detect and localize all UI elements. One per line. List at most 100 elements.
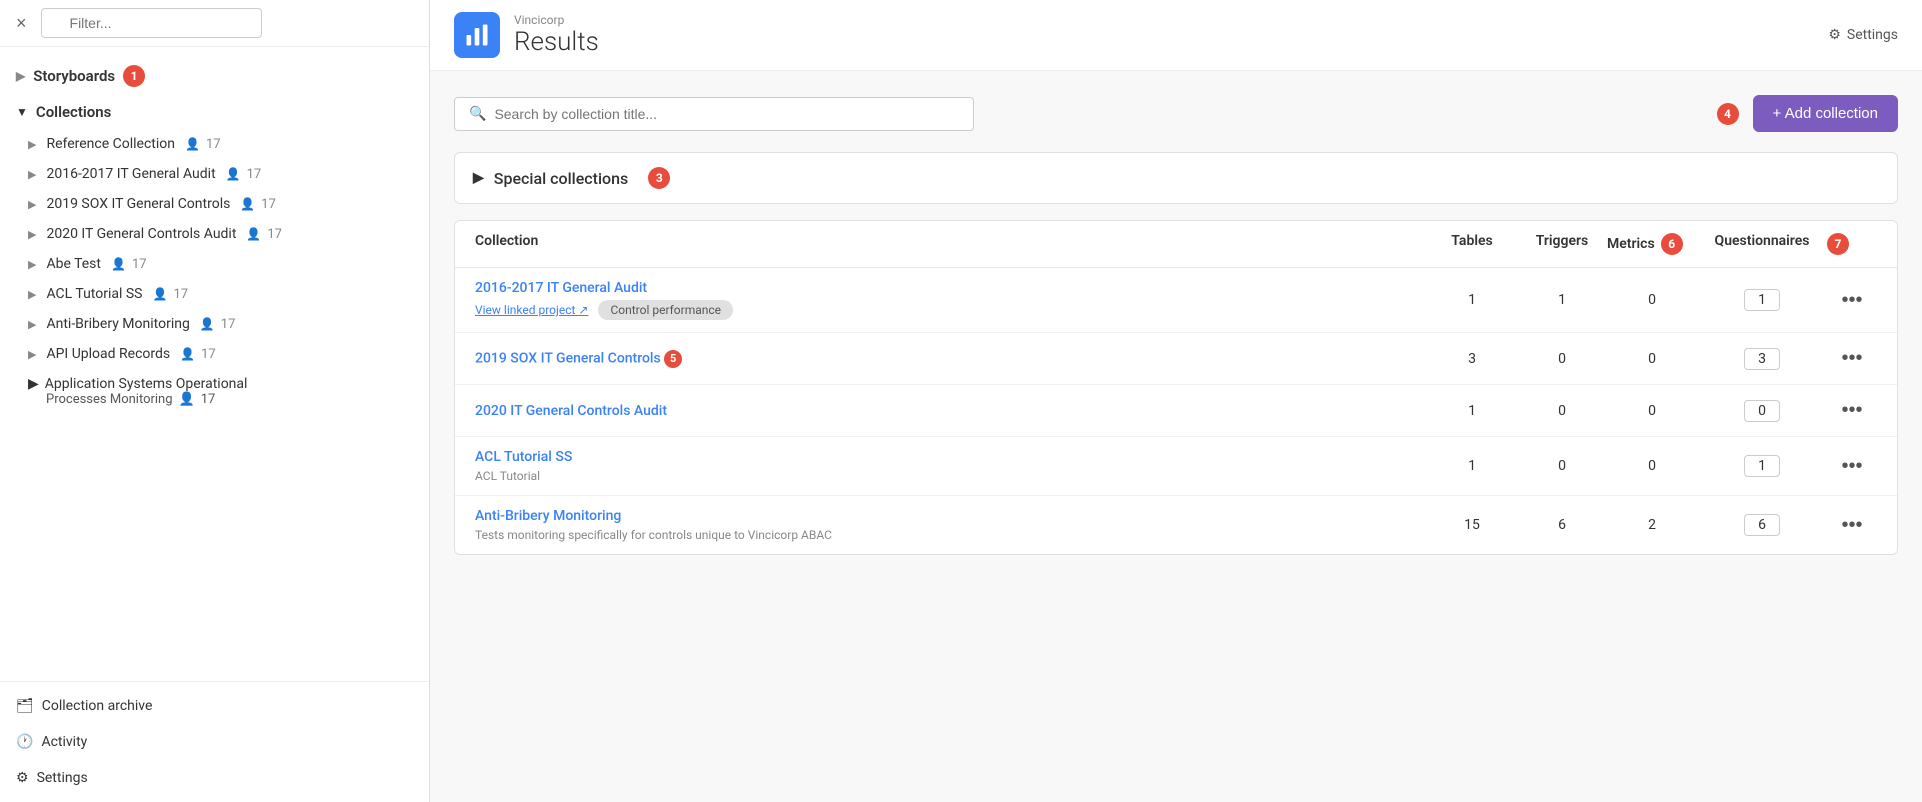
main-header: Vincicorp Results ⚙ Settings — [430, 0, 1922, 71]
storyboards-label: Storyboards — [33, 67, 115, 85]
collection-link[interactable]: 2019 SOX IT General Controls 5 — [475, 350, 1427, 368]
header-subtitle: Vincicorp — [514, 13, 599, 27]
col-tables: 15 — [1427, 517, 1517, 533]
collection-table: Collection Tables Triggers Metrics 6 Que… — [454, 220, 1898, 555]
badge-7: 7 — [1827, 233, 1849, 255]
nav-item-acl-tutorial[interactable]: ▶ ACL Tutorial SS 👤 17 — [0, 279, 429, 309]
header-settings-link[interactable]: ⚙ Settings — [1828, 27, 1898, 43]
col-name: 2019 SOX IT General Controls 5 — [475, 350, 1427, 368]
nav-item-label: Anti-Bribery Monitoring — [46, 316, 189, 332]
nav-item-label: ACL Tutorial SS — [46, 286, 142, 302]
nav-item-anti-bribery[interactable]: ▶ Anti-Bribery Monitoring 👤 17 — [0, 309, 429, 339]
more-options-button[interactable]: ••• — [1835, 345, 1868, 372]
search-input[interactable] — [494, 106, 959, 122]
col-actions: ••• — [1827, 512, 1877, 539]
user-icon: 👤 — [226, 167, 241, 181]
col-actions: ••• — [1827, 453, 1877, 480]
col-name: ACL Tutorial SS ACL Tutorial — [475, 449, 1427, 483]
activity-item[interactable]: 🕐 Activity — [0, 724, 429, 760]
col-tables: 1 — [1427, 458, 1517, 474]
nav-item-it-general-audit[interactable]: ▶ 2016-2017 IT General Audit 👤 17 — [0, 159, 429, 189]
user-icon: 👤 — [185, 137, 200, 151]
questionnaire-badge: 0 — [1744, 400, 1780, 422]
badge-3: 3 — [648, 167, 670, 189]
search-bar: 🔍 — [454, 97, 974, 131]
col-name: 2020 IT General Controls Audit — [475, 403, 1427, 419]
close-button[interactable]: × — [10, 11, 33, 36]
more-options-button[interactable]: ••• — [1835, 512, 1868, 539]
nav-item-count: 17 — [267, 227, 282, 242]
gear-icon: ⚙ — [1828, 27, 1841, 43]
col-header-collection: Collection — [475, 233, 1427, 255]
more-options-button[interactable]: ••• — [1835, 453, 1868, 480]
col-questionnaires: 1 — [1697, 455, 1827, 477]
col-questionnaires: 3 — [1697, 348, 1827, 370]
control-performance-tag: Control performance — [598, 300, 733, 320]
special-collections-row[interactable]: ▶ Special collections 3 — [454, 152, 1898, 204]
chevron-icon: ▶ — [28, 348, 36, 361]
col-metrics: 0 — [1607, 292, 1697, 308]
user-icon: 👤 — [200, 317, 215, 331]
nav-item-app-systems[interactable]: ▶ Application Systems Operational Proces… — [0, 369, 429, 414]
col-header-metrics: Metrics 6 — [1607, 233, 1697, 255]
nav-item-reference-collection[interactable]: ▶ Reference Collection 👤 17 — [0, 129, 429, 159]
user-icon: 👤 — [111, 257, 126, 271]
nav-item-count: 17 — [201, 347, 216, 362]
nav-item-2020-it[interactable]: ▶ 2020 IT General Controls Audit 👤 17 — [0, 219, 429, 249]
collection-link[interactable]: ACL Tutorial SS — [475, 449, 1427, 465]
app-icon — [454, 12, 500, 58]
header-left: Vincicorp Results — [454, 12, 599, 58]
badge-4: 4 — [1717, 103, 1739, 125]
col-tables: 3 — [1427, 351, 1517, 367]
collections-label: Collections — [36, 103, 112, 121]
col-questionnaires: 0 — [1697, 400, 1827, 422]
chevron-icon: ▶ — [28, 318, 36, 331]
nav-item-label: 2019 SOX IT General Controls — [46, 196, 230, 212]
user-icon: 👤 — [246, 227, 261, 241]
bar-chart-icon — [463, 21, 491, 49]
col-metrics: 0 — [1607, 403, 1697, 419]
col-metrics: 2 — [1607, 517, 1697, 533]
collection-link[interactable]: 2016-2017 IT General Audit — [475, 280, 1427, 296]
col-header-questionnaires: Questionnaires — [1697, 233, 1827, 255]
collection-archive-item[interactable]: 🗂 Collection archive — [0, 688, 429, 724]
table-row: 2020 IT General Controls Audit 1 0 0 0 •… — [455, 385, 1897, 437]
collection-link[interactable]: Anti-Bribery Monitoring — [475, 508, 1427, 524]
sidebar-bottom: 🗂 Collection archive 🕐 Activity ⚙ Settin… — [0, 681, 429, 802]
nav-item-label: Abe Test — [46, 256, 101, 272]
nav-item-api-upload[interactable]: ▶ API Upload Records 👤 17 — [0, 339, 429, 369]
col-triggers: 0 — [1517, 403, 1607, 419]
search-bar-row: 🔍 4 + Add collection — [454, 95, 1898, 132]
col-name: 2016-2017 IT General Audit View linked p… — [475, 280, 1427, 320]
questionnaire-badge: 6 — [1744, 514, 1780, 536]
col-questionnaires: 1 — [1697, 289, 1827, 311]
main-body: 🔍 4 + Add collection ▶ Special collectio… — [430, 71, 1922, 802]
col-metrics: 0 — [1607, 458, 1697, 474]
nav-item-sox-it[interactable]: ▶ 2019 SOX IT General Controls 👤 17 — [0, 189, 429, 219]
chevron-icon: ▶ — [28, 288, 36, 301]
questionnaire-badge: 3 — [1744, 348, 1780, 370]
filter-wrapper: 🔍 — [41, 8, 419, 38]
table-row: 2019 SOX IT General Controls 5 3 0 0 3 •… — [455, 333, 1897, 385]
col-actions: ••• — [1827, 397, 1877, 424]
special-collections-label: Special collections — [494, 169, 629, 188]
nav-item-label: API Upload Records — [46, 346, 170, 362]
settings-sidebar-item[interactable]: ⚙ Settings — [0, 760, 429, 796]
nav-item-count: 17 — [132, 257, 147, 272]
more-options-button[interactable]: ••• — [1835, 287, 1868, 314]
view-linked-project-link[interactable]: View linked project ↗ — [475, 303, 588, 317]
sidebar: × 🔍 ▶ Storyboards 1 ▼ Collections ▶ Refe… — [0, 0, 430, 802]
nav-item-abe-test[interactable]: ▶ Abe Test 👤 17 — [0, 249, 429, 279]
user-icon: 👤 — [153, 287, 168, 301]
more-options-button[interactable]: ••• — [1835, 397, 1868, 424]
add-collection-button[interactable]: + Add collection — [1753, 95, 1899, 132]
chevron-right-icon: ▶ — [473, 170, 484, 186]
chevron-icon: ▶ — [28, 198, 36, 211]
chevron-icon: ▶ — [28, 228, 36, 241]
col-header-tables: Tables — [1427, 233, 1517, 255]
col-metrics: 0 — [1607, 351, 1697, 367]
filter-input[interactable] — [41, 8, 262, 38]
collections-section[interactable]: ▼ Collections — [0, 95, 429, 129]
collection-link[interactable]: 2020 IT General Controls Audit — [475, 403, 1427, 419]
storyboards-section[interactable]: ▶ Storyboards 1 — [0, 57, 429, 95]
